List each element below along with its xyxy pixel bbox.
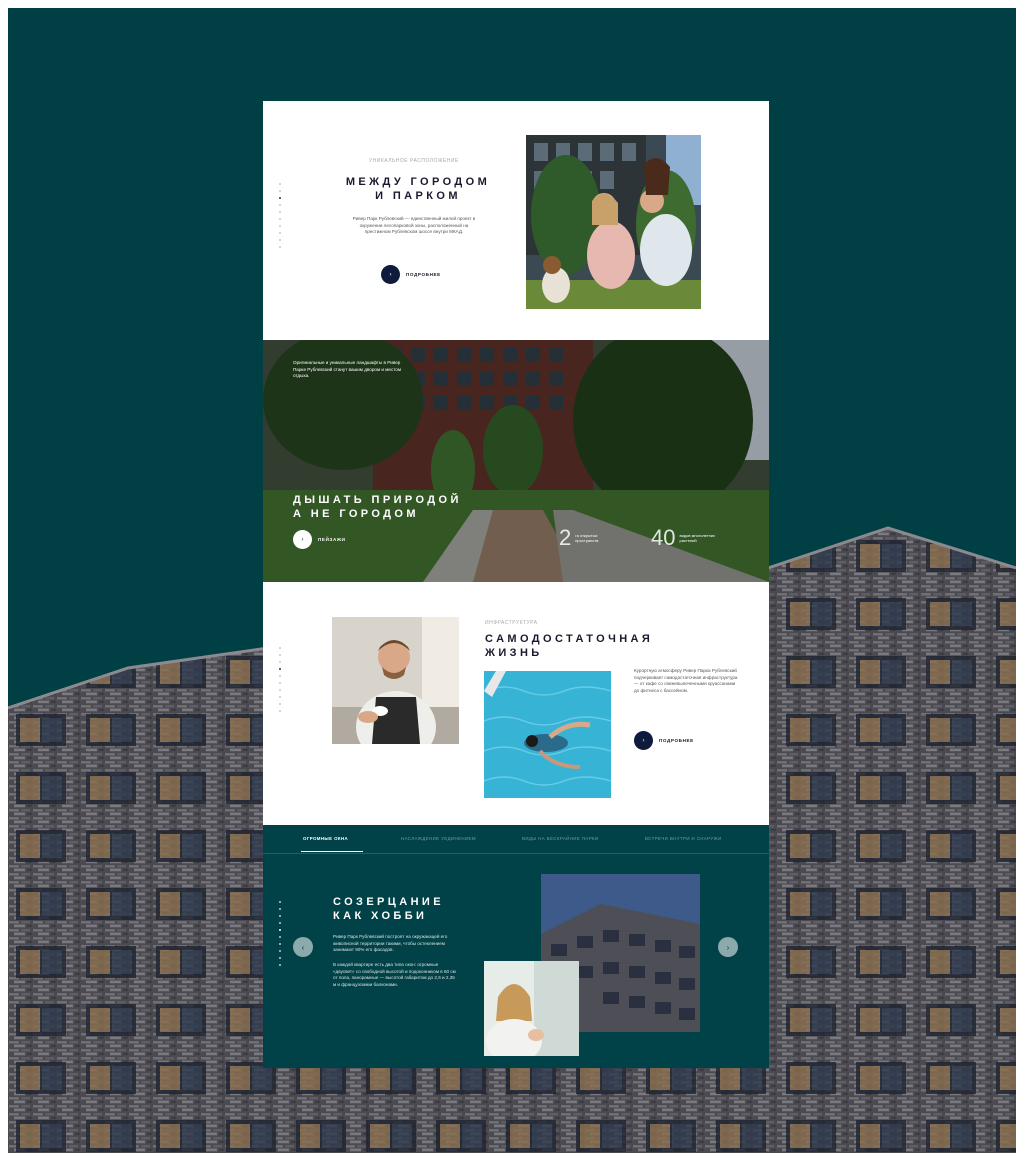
windows-tabs: ОГРОМНЫЕ ОКНА НАСЛАЖДЕНИЕ УЕДИНЕНИЕМ ВИД… bbox=[263, 825, 769, 854]
stat-label: видов многолетних растений bbox=[679, 533, 716, 543]
dot[interactable] bbox=[279, 218, 281, 220]
stat-open-space: 2 га открытых пространств bbox=[559, 525, 613, 551]
presentation-background: УНИКАЛЬНОЕ РАСПОЛОЖЕНИЕ МЕЖДУ ГОРОДОМ И … bbox=[8, 8, 1016, 1153]
location-eyebrow: УНИКАЛЬНОЕ РАСПОЛОЖЕНИЕ bbox=[369, 158, 459, 164]
dot[interactable] bbox=[279, 922, 281, 924]
location-title: МЕЖДУ ГОРОДОМ И ПАРКОМ bbox=[345, 176, 491, 202]
dot[interactable] bbox=[279, 943, 281, 945]
dot[interactable] bbox=[279, 703, 281, 705]
infra-eyebrow: ИНФРАСТРУКТУРА bbox=[485, 620, 538, 626]
dot-active[interactable] bbox=[279, 668, 281, 670]
section-location: УНИКАЛЬНОЕ РАСПОЛОЖЕНИЕ МЕЖДУ ГОРОДОМ И … bbox=[263, 101, 769, 340]
section-dots bbox=[279, 901, 281, 966]
active-tab-underline bbox=[301, 851, 363, 853]
dot-active[interactable] bbox=[279, 929, 281, 931]
next-slide-button[interactable]: › bbox=[718, 937, 738, 957]
dot[interactable] bbox=[279, 225, 281, 227]
section-dots bbox=[279, 183, 281, 248]
section-windows: ОГРОМНЫЕ ОКНА НАСЛАЖДЕНИЕ УЕДИНЕНИЕМ ВИД… bbox=[263, 825, 769, 1068]
dot[interactable] bbox=[279, 689, 281, 691]
dot[interactable] bbox=[279, 964, 281, 966]
dot-active[interactable] bbox=[279, 197, 281, 199]
dot[interactable] bbox=[279, 696, 281, 698]
dot[interactable] bbox=[279, 908, 281, 910]
chevron-right-icon: › bbox=[726, 942, 730, 952]
tab-huge-windows[interactable]: ОГРОМНЫЕ ОКНА bbox=[303, 836, 348, 841]
family-photo bbox=[526, 135, 701, 309]
dot[interactable] bbox=[279, 936, 281, 938]
nature-landscape-button[interactable]: › ПЕЙЗАЖИ bbox=[293, 530, 346, 549]
infra-title: САМОДОСТАТОЧНАЯ ЖИЗНЬ bbox=[485, 633, 654, 659]
tab-privacy[interactable]: НАСЛАЖДЕНИЕ УЕДИНЕНИЕМ bbox=[401, 836, 476, 841]
windows-text-1: Ривер Парк Рублевский построят на окружа… bbox=[333, 934, 448, 952]
location-more-label: ПОДРОБНЕЕ bbox=[406, 272, 441, 277]
location-more-button[interactable]: › ПОДРОБНЕЕ bbox=[381, 265, 441, 284]
arrow-right-icon: › bbox=[634, 731, 653, 750]
section-dots bbox=[279, 647, 281, 712]
arrow-right-icon: › bbox=[381, 265, 400, 284]
dot[interactable] bbox=[279, 675, 281, 677]
landing-page-mockup: УНИКАЛЬНОЕ РАСПОЛОЖЕНИЕ МЕЖДУ ГОРОДОМ И … bbox=[263, 101, 769, 1068]
tab-park-views[interactable]: ВИДЫ НА БЕСКРАЙНИЕ ПАРКИ bbox=[522, 836, 599, 841]
section-nature: Оригинальные и уникальные ландшафты в Ри… bbox=[263, 340, 769, 582]
dot[interactable] bbox=[279, 654, 281, 656]
location-text: Ривер Парк Рублевский — единственный жил… bbox=[352, 216, 476, 234]
dot[interactable] bbox=[279, 190, 281, 192]
pool-photo bbox=[484, 671, 611, 798]
nature-btn-label: ПЕЙЗАЖИ bbox=[318, 537, 346, 542]
nature-title: ДЫШАТЬ ПРИРОДОЙ А НЕ ГОРОДОМ bbox=[293, 494, 462, 520]
stat-label: га открытых пространств bbox=[575, 533, 599, 543]
prev-slide-button[interactable]: ‹ bbox=[293, 937, 313, 957]
windows-text-2: В каждой квартире есть два типа окон: ог… bbox=[333, 962, 456, 987]
nature-intro: Оригинальные и уникальные ландшафты в Ри… bbox=[293, 360, 402, 378]
dot[interactable] bbox=[279, 246, 281, 248]
stat-num: 40 bbox=[651, 525, 676, 550]
dot[interactable] bbox=[279, 204, 281, 206]
tab-meetings[interactable]: ВСТРЕЧИ ВНУТРИ И СНАРУЖИ bbox=[645, 836, 722, 841]
dot[interactable] bbox=[279, 239, 281, 241]
infra-more-button[interactable]: › ПОДРОБНЕЕ bbox=[634, 731, 694, 750]
dot[interactable] bbox=[279, 710, 281, 712]
arrow-right-icon: › bbox=[293, 530, 312, 549]
dot[interactable] bbox=[279, 950, 281, 952]
section-infrastructure: ИНФРАСТРУКТУРА САМОДОСТАТОЧНАЯ ЖИЗНЬ Кур… bbox=[263, 582, 769, 825]
dot[interactable] bbox=[279, 232, 281, 234]
stat-num: 2 bbox=[559, 525, 572, 550]
dot[interactable] bbox=[279, 647, 281, 649]
woman-window-photo bbox=[484, 961, 579, 1056]
windows-title: СОЗЕРЦАНИЕ КАК ХОББИ bbox=[333, 896, 444, 922]
dot[interactable] bbox=[279, 901, 281, 903]
stat-plants: 40 видов многолетних растений bbox=[651, 525, 717, 551]
dot[interactable] bbox=[279, 183, 281, 185]
infra-text: Курортную атмосферу Ривер Парка Рублевск… bbox=[634, 668, 738, 693]
dot[interactable] bbox=[279, 661, 281, 663]
barista-photo bbox=[332, 617, 459, 744]
dot[interactable] bbox=[279, 211, 281, 213]
dot[interactable] bbox=[279, 682, 281, 684]
dot[interactable] bbox=[279, 915, 281, 917]
chevron-left-icon: ‹ bbox=[301, 942, 305, 952]
dot[interactable] bbox=[279, 957, 281, 959]
infra-more-label: ПОДРОБНЕЕ bbox=[659, 738, 694, 743]
